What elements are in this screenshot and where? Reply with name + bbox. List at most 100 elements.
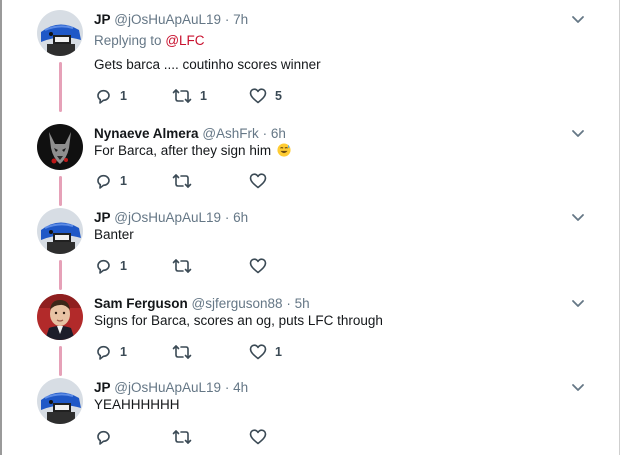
avatar[interactable]	[37, 208, 83, 254]
like-button[interactable]	[249, 172, 275, 190]
replying-to-line: Replying to @LFC	[94, 33, 205, 48]
timestamp[interactable]: 4h	[233, 380, 248, 395]
tweet-text-body: For Barca, after they sign him	[94, 143, 272, 158]
thread-connector	[59, 176, 62, 206]
separator-dot: ·	[224, 380, 230, 395]
tweet-5[interactable]: JP @jOsHuApAuL19 · 4h YEAHHHHHH	[0, 378, 620, 452]
avatar[interactable]	[37, 10, 83, 56]
retweet-icon	[172, 430, 192, 444]
separator-dot: ·	[224, 210, 230, 225]
like-button[interactable]	[249, 257, 275, 275]
like-button[interactable]: 5	[249, 87, 282, 105]
reply-button[interactable]: 1	[94, 87, 127, 105]
user-handle[interactable]: @jOsHuApAuL19	[114, 380, 221, 395]
tweet-header: JP @jOsHuApAuL19 · 7h	[94, 12, 248, 27]
user-handle[interactable]: @jOsHuApAuL19	[114, 12, 221, 27]
wolf-avatar-icon	[37, 124, 83, 170]
replying-to-link[interactable]: @LFC	[165, 33, 204, 48]
chevron-down-icon[interactable]	[571, 213, 585, 223]
retweet-count: 1	[200, 89, 207, 103]
retweet-button[interactable]	[172, 172, 200, 190]
retweet-icon	[172, 174, 192, 188]
like-count: 1	[275, 345, 282, 359]
thread-connector	[59, 62, 62, 112]
thread-connector	[59, 260, 62, 290]
retweet-icon	[172, 345, 192, 359]
reply-count: 1	[120, 345, 127, 359]
timestamp[interactable]: 6h	[271, 126, 286, 141]
reply-button[interactable]: 1	[94, 257, 127, 275]
reply-icon	[97, 174, 110, 189]
reply-button[interactable]: 1	[94, 172, 127, 190]
tweet-actions: 1 1	[94, 343, 394, 361]
like-button[interactable]	[249, 428, 275, 446]
heart-icon	[249, 429, 267, 445]
avatar[interactable]	[37, 124, 83, 170]
reply-count: 1	[120, 89, 127, 103]
tweet-4[interactable]: Sam Ferguson @sjferguson88 · 5h Signs fo…	[0, 294, 620, 376]
avatar[interactable]	[37, 378, 83, 424]
reply-icon	[97, 89, 110, 104]
retweet-button[interactable]	[172, 428, 200, 446]
tweet-text: Banter	[94, 227, 134, 242]
reply-icon	[97, 430, 110, 445]
user-handle[interactable]: @jOsHuApAuL19	[114, 210, 221, 225]
heart-icon	[249, 173, 267, 189]
tweet-2[interactable]: Nynaeve Almera @AshFrk · 6h For Barca, a…	[0, 124, 620, 206]
timestamp[interactable]: 5h	[295, 296, 310, 311]
retweet-icon	[172, 89, 192, 103]
user-handle[interactable]: @sjferguson88	[192, 296, 283, 311]
reply-count: 1	[120, 174, 127, 188]
tweet-1[interactable]: JP @jOsHuApAuL19 · 7h Replying to @LFC G…	[0, 10, 620, 112]
tweet-text: For Barca, after they sign him	[94, 143, 291, 158]
tweet-actions	[94, 428, 394, 446]
reply-button[interactable]: 1	[94, 343, 127, 361]
tweet-header: JP @jOsHuApAuL19 · 4h	[94, 380, 248, 395]
display-name[interactable]: JP	[94, 380, 111, 395]
tweet-header: Sam Ferguson @sjferguson88 · 5h	[94, 296, 310, 311]
tweet-text: YEAHHHHHH	[94, 397, 180, 412]
display-name[interactable]: JP	[94, 12, 111, 27]
tweet-header: Nynaeve Almera @AshFrk · 6h	[94, 126, 286, 141]
reply-icon	[97, 345, 110, 360]
retweet-icon	[172, 259, 192, 273]
display-name[interactable]: Nynaeve Almera	[94, 126, 199, 141]
chevron-down-icon[interactable]	[571, 15, 585, 25]
timestamp[interactable]: 6h	[233, 210, 248, 225]
retweet-button[interactable]	[172, 257, 200, 275]
blue-helmet-avatar-icon	[37, 378, 83, 424]
display-name[interactable]: Sam Ferguson	[94, 296, 188, 311]
separator-dot: ·	[224, 12, 230, 27]
tweet-text: Gets barca .... coutinho scores winner	[94, 57, 321, 72]
replying-to-label: Replying to	[94, 33, 162, 48]
tweet-actions: 1 1 5	[94, 87, 394, 105]
heart-icon	[249, 258, 267, 274]
heart-icon	[249, 88, 267, 104]
timestamp[interactable]: 7h	[233, 12, 248, 27]
reply-icon	[97, 259, 110, 274]
separator-dot: ·	[286, 296, 291, 311]
heart-icon	[249, 344, 267, 360]
like-count: 5	[275, 89, 282, 103]
tweet-header: JP @jOsHuApAuL19 · 6h	[94, 210, 248, 225]
display-name[interactable]: JP	[94, 210, 111, 225]
reply-count: 1	[120, 259, 127, 273]
reply-button[interactable]	[94, 428, 120, 446]
chevron-down-icon[interactable]	[571, 129, 585, 139]
blue-helmet-avatar-icon	[37, 10, 83, 56]
tweet-3[interactable]: JP @jOsHuApAuL19 · 6h Banter 1	[0, 208, 620, 290]
grinning-sweat-emoji-icon	[277, 143, 291, 157]
user-handle[interactable]: @AshFrk	[202, 126, 258, 141]
separator-dot: ·	[262, 126, 268, 141]
chevron-down-icon[interactable]	[571, 383, 585, 393]
retweet-button[interactable]	[172, 343, 200, 361]
tweet-text: Signs for Barca, scores an og, puts LFC …	[94, 313, 383, 328]
man-portrait-avatar-icon	[37, 294, 83, 340]
avatar[interactable]	[37, 294, 83, 340]
like-button[interactable]: 1	[249, 343, 282, 361]
blue-helmet-avatar-icon	[37, 208, 83, 254]
thread-connector	[59, 346, 62, 376]
retweet-button[interactable]: 1	[172, 87, 207, 105]
chevron-down-icon[interactable]	[571, 299, 585, 309]
tweet-actions: 1	[94, 172, 394, 190]
